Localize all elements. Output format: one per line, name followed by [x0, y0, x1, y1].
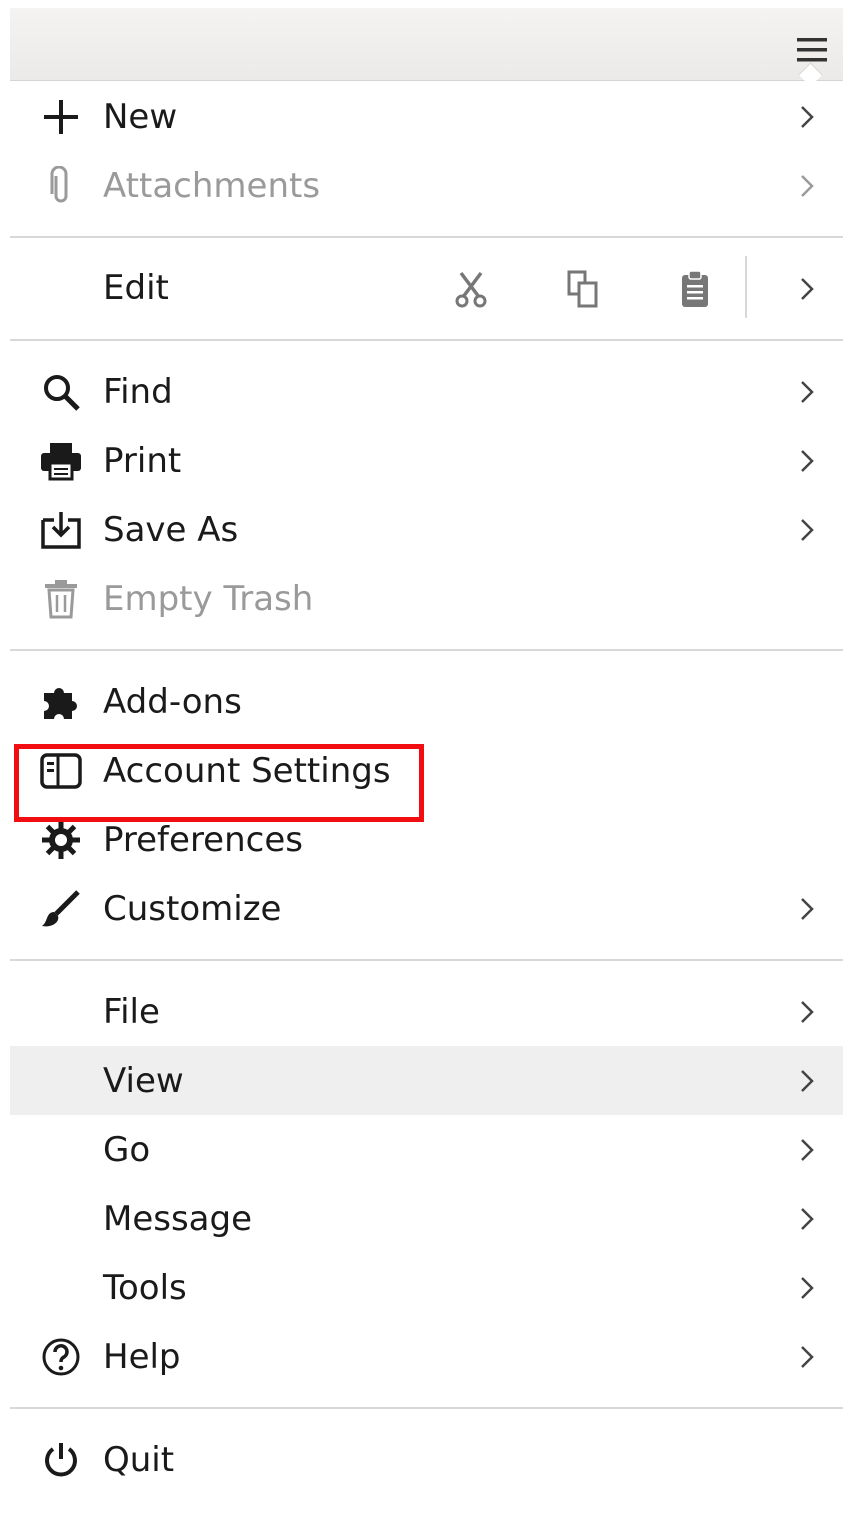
menu-item-find[interactable]: Find: [10, 357, 843, 426]
menu-item-label: Save As: [103, 509, 239, 550]
hamburger-menu-button[interactable]: [795, 32, 829, 68]
menu-separator: [10, 649, 843, 651]
power-icon: [40, 1439, 82, 1481]
save-as-icon: [40, 509, 82, 551]
chevron-right-icon: [801, 518, 814, 541]
chevron-right-icon: [801, 1138, 814, 1161]
menu-separator: [10, 959, 843, 961]
menu-item-customize[interactable]: Customize: [10, 874, 843, 943]
cut-icon: [455, 271, 487, 307]
brush-icon: [40, 888, 82, 930]
paperclip-icon: [40, 165, 82, 207]
menu-item-tools[interactable]: Tools: [10, 1253, 843, 1322]
chevron-right-icon: [801, 1000, 814, 1023]
plus-icon: [40, 96, 82, 138]
menu-item-label: Add-ons: [103, 681, 242, 722]
gear-icon: [40, 819, 82, 861]
menu-item-edit: Edit: [10, 254, 843, 323]
menu-separator: [10, 1407, 843, 1409]
menu-item-quit[interactable]: Quit: [10, 1425, 843, 1494]
cut-button[interactable]: [450, 268, 492, 310]
chevron-right-icon[interactable]: [799, 276, 815, 302]
menu-item-label: Edit: [103, 268, 169, 308]
menu-item-label: Print: [103, 440, 182, 481]
menu-item-add-ons[interactable]: Add-ons: [10, 667, 843, 736]
puzzle-icon: [40, 681, 82, 723]
copy-icon: [567, 270, 598, 307]
search-icon: [40, 371, 82, 413]
menu-separator: [10, 236, 843, 238]
copy-button[interactable]: [562, 268, 604, 310]
trash-icon: [40, 578, 82, 620]
menu-item-label: Tools: [103, 1267, 187, 1308]
account-settings-icon: [40, 750, 82, 792]
chevron-right-icon: [801, 380, 814, 403]
menu-item-label: Preferences: [103, 819, 303, 860]
menu-item-label: Account Settings: [103, 750, 391, 791]
toolbar: [10, 8, 843, 81]
menu-item-save-as[interactable]: Save As: [10, 495, 843, 564]
menu-item-message[interactable]: Message: [10, 1184, 843, 1253]
menu-item-help[interactable]: Help: [10, 1322, 843, 1391]
menu-item-label: Customize: [103, 888, 282, 929]
menu-item-go[interactable]: Go: [10, 1115, 843, 1184]
menu-item-label: New: [103, 96, 178, 137]
menu-separator: [10, 339, 843, 341]
chevron-right-icon: [801, 105, 814, 128]
chevron-right-icon: [801, 174, 814, 197]
menu-item-label: File: [103, 991, 160, 1032]
menu-item-label: Quit: [103, 1439, 175, 1480]
chevron-right-icon: [801, 1207, 814, 1230]
chevron-right-icon: [801, 1276, 814, 1299]
menu-item-file[interactable]: File: [10, 977, 843, 1046]
menu-item-preferences[interactable]: Preferences: [10, 805, 843, 874]
menu-item-label: View: [103, 1060, 184, 1101]
chevron-right-icon: [801, 1345, 814, 1368]
edit-separator: [745, 256, 747, 318]
menu-item-label: Help: [103, 1336, 181, 1377]
menu-item-label: Message: [103, 1198, 253, 1239]
menu-item-new[interactable]: New: [10, 82, 843, 151]
menu-item-label: Empty Trash: [103, 578, 314, 619]
app-menu: New Attachments Edit Find Print Save As …: [10, 82, 843, 1494]
chevron-right-icon: [801, 897, 814, 920]
menu-item-label: Find: [103, 371, 173, 412]
paste-button[interactable]: [674, 268, 716, 310]
help-icon: [40, 1336, 82, 1378]
printer-icon: [40, 440, 82, 482]
paste-icon: [682, 269, 708, 307]
menu-item-view[interactable]: View: [10, 1046, 843, 1115]
menu-item-empty-trash[interactable]: Empty Trash: [10, 564, 843, 633]
chevron-right-icon: [801, 449, 814, 472]
chevron-right-icon: [801, 1069, 814, 1092]
menu-item-label: Attachments: [103, 165, 321, 206]
menu-item-label: Go: [103, 1129, 151, 1170]
hamburger-icon: [797, 38, 827, 62]
menu-item-print[interactable]: Print: [10, 426, 843, 495]
menu-item-account-settings[interactable]: Account Settings: [10, 736, 843, 805]
menu-item-attachments[interactable]: Attachments: [10, 151, 843, 220]
